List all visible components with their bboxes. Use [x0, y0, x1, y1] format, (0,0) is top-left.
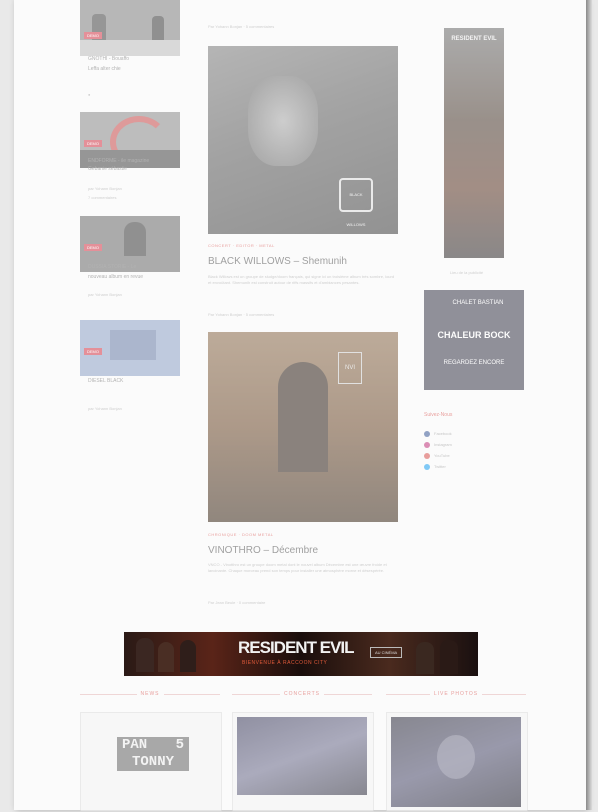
section-label[interactable]: LIVE PHOTOS — [386, 691, 526, 697]
ad-line: CHALET BASTIAN — [452, 300, 504, 306]
section-card[interactable] — [232, 712, 374, 812]
post-meta: ● — [88, 92, 91, 97]
section-label[interactable]: NEWS — [80, 691, 220, 697]
social-label: Facebook — [434, 431, 452, 436]
section-card[interactable] — [386, 712, 528, 812]
social-label: Instagram — [434, 442, 452, 447]
social-link-twitter[interactable]: Twitter — [424, 461, 452, 472]
post-subtitle: Leffa alter chie — [88, 66, 121, 72]
instagram-icon — [424, 441, 430, 448]
article-meta: Par Yohann Bonjan · 5 commentaires — [208, 312, 275, 317]
banner-title: RESIDENT EVIL — [238, 638, 354, 657]
section-label[interactable]: CONCERTS — [232, 691, 372, 697]
social-label: Twitter — [434, 464, 446, 469]
social-link-facebook[interactable]: Facebook — [424, 428, 452, 439]
promo-ad[interactable]: CHALET BASTIAN CHALEUR BOCK REGARDEZ ENC… — [424, 290, 524, 390]
follow-title: Suivez-Nous — [424, 412, 453, 418]
post-subtitle: nouveau album en revue — [88, 274, 144, 280]
ad-line: REGARDEZ ENCORE — [443, 360, 505, 366]
article-cover[interactable]: NVI — [208, 332, 398, 522]
post-author[interactable]: par Yohann Bonjan — [88, 186, 122, 191]
category-badge: DEMO — [84, 32, 102, 39]
post-title[interactable]: DIESEL BLACK — [88, 378, 188, 385]
category-badge: DEMO — [84, 140, 102, 147]
poster-title: RESIDENT EVIL — [451, 36, 497, 42]
poster-caption: Lieu de la publicité — [450, 270, 484, 275]
article-excerpt: Black Willows est un groupe de sludge/do… — [208, 274, 395, 285]
poster-ad[interactable]: RESIDENT EVIL — [444, 28, 504, 258]
article-excerpt: VNCO - Vinotthro est un groupe doom meta… — [208, 562, 387, 573]
page-content: DEMO GNOTHI - Bouaffo Leffa alter chie ●… — [14, 0, 592, 812]
category-badge: DEMO — [84, 244, 102, 251]
ad-line: CHALEUR BOCK — [437, 330, 511, 340]
section-card[interactable]: PAN 5 TONNY — [80, 712, 222, 812]
twitter-icon — [424, 463, 430, 470]
post-title[interactable]: ENDFORME - ile magazine — [88, 158, 188, 165]
band-logo-icon: BLACK WILLOWS — [339, 178, 373, 227]
banner-cta[interactable]: AU CINÉMA — [370, 647, 403, 658]
card-logo-text: PAN 5 TONNY — [117, 737, 189, 771]
post-subtitle: Gebanie sébastie — [88, 166, 127, 172]
social-link-youtube[interactable]: YouTube — [424, 450, 452, 461]
post-author[interactable]: par Yohann Bonjan — [88, 406, 122, 411]
article-title[interactable]: BLACK WILLOWS – Shemunih — [208, 256, 347, 267]
youtube-icon — [424, 452, 430, 459]
post-thumbnail[interactable]: DEMO — [80, 320, 180, 376]
category-badge: DEMO — [84, 348, 102, 355]
article-category[interactable]: CHRONIQUE · DOOM METAL — [208, 532, 274, 537]
post-thumbnail[interactable]: DEMO — [80, 0, 180, 56]
post-title[interactable]: DUSSIA STORIE - Le — [88, 264, 188, 271]
post-title[interactable]: GNOTHI - Bouaffo — [88, 56, 188, 63]
article-title[interactable]: VINOTHRO – Décembre — [208, 545, 318, 556]
post-comments[interactable]: 7 commentaires — [88, 195, 116, 200]
article-cover[interactable]: BLACK WILLOWS — [208, 46, 398, 234]
social-link-instagram[interactable]: Instagram — [424, 439, 452, 450]
banner-subtitle: BIENVENUE À RACCOON CITY — [242, 660, 328, 666]
resident-evil-banner[interactable]: RESIDENT EVIL BIENVENUE À RACCOON CITY A… — [124, 632, 478, 676]
facebook-icon — [424, 430, 430, 437]
article-category[interactable]: CONCERT · EDITOR · METAL — [208, 243, 275, 248]
article-meta: Par Jean Beule · 0 commentaire — [208, 600, 266, 605]
social-label: YouTube — [434, 453, 450, 458]
social-list: Facebook Instagram YouTube Twitter — [424, 428, 452, 472]
post-author[interactable]: par Yohann Bonjan — [88, 292, 122, 297]
article-meta: Par Yohann Bonjan · 5 commentaires — [208, 24, 275, 29]
